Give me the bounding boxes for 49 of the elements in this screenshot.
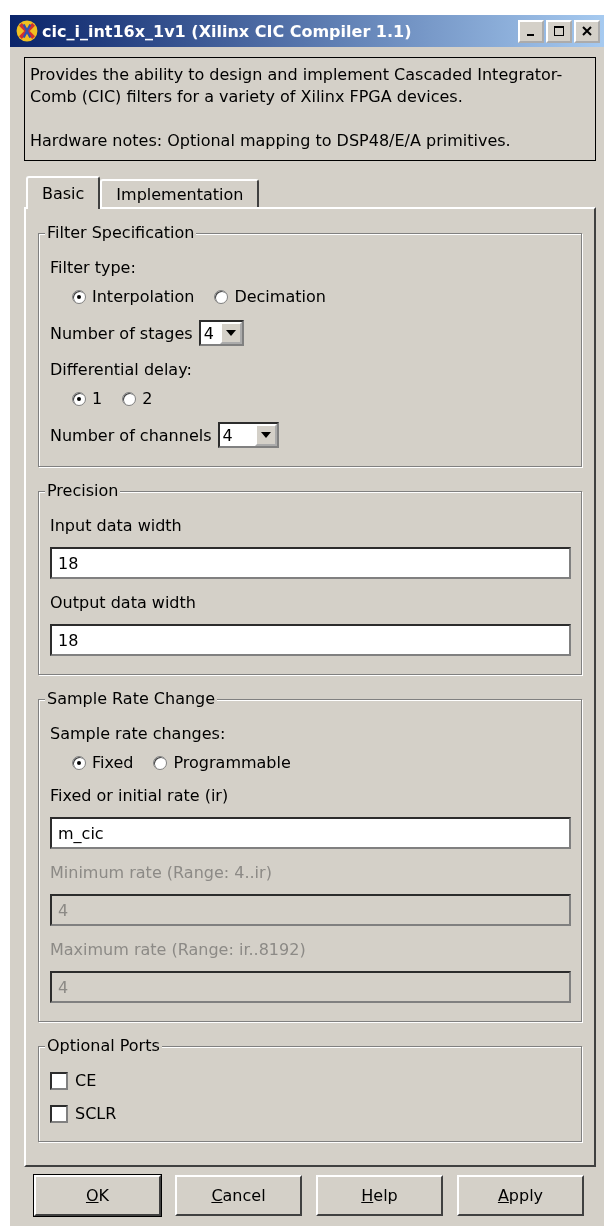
field-label: Number of stages bbox=[50, 323, 193, 343]
radio-button[interactable] bbox=[72, 391, 86, 406]
description-text: Provides the ability to design and implement Cascaded Integrator-Comb (CIC) filters for a variety of Xilinx FPGA devices. bbox=[30, 64, 564, 108]
radio-option[interactable]: Interpolation bbox=[72, 287, 195, 306]
radio-option[interactable]: Decimation bbox=[214, 287, 326, 306]
input-field[interactable]: m_cic bbox=[50, 817, 571, 849]
tab[interactable]: Basic bbox=[26, 176, 101, 209]
input-field[interactable]: 18 bbox=[50, 547, 571, 579]
app-icon bbox=[16, 20, 38, 42]
checkbox[interactable] bbox=[50, 1071, 68, 1090]
radio-button[interactable] bbox=[122, 391, 137, 406]
maximize-button[interactable] bbox=[546, 19, 572, 43]
field-label: Sample rate changes: bbox=[50, 724, 227, 743]
maximize-icon[interactable] bbox=[553, 25, 565, 37]
checkbox-option[interactable]: CE bbox=[50, 1071, 571, 1090]
group-title: Sample Rate Change bbox=[45, 689, 218, 708]
dropdown[interactable]: 4 bbox=[217, 422, 279, 448]
radio-button[interactable] bbox=[72, 755, 86, 770]
field-label: Fixed or initial rate (ir) bbox=[50, 786, 230, 805]
checkbox[interactable] bbox=[50, 1104, 68, 1123]
field-label: Input data width bbox=[50, 516, 183, 535]
dropdown[interactable]: 4 bbox=[198, 320, 244, 346]
checkbox-option[interactable]: SCLR bbox=[50, 1104, 571, 1123]
dialog-button[interactable]: Cancel bbox=[175, 1175, 302, 1216]
minimize-button[interactable] bbox=[518, 19, 544, 43]
window-title: cic_i_int16x_1v1 (Xilinx CIC Compiler 1.1) bbox=[42, 21, 413, 41]
dialog-button[interactable]: Help bbox=[316, 1175, 443, 1216]
close-icon[interactable] bbox=[581, 25, 593, 37]
description-text: Hardware notes: Optional mapping to DSP48/E/A primitives. bbox=[30, 130, 512, 152]
radio-button[interactable] bbox=[72, 289, 86, 304]
field-label: Filter type: bbox=[50, 258, 137, 277]
group-title: Optional Ports bbox=[45, 1036, 162, 1055]
group-title: Filter Specification bbox=[45, 223, 197, 242]
radio-option[interactable]: Fixed bbox=[72, 753, 134, 772]
close-button[interactable] bbox=[574, 19, 600, 43]
radio-option[interactable]: 2 bbox=[122, 389, 153, 408]
field-label: Minimum rate (Range: 4..ir) bbox=[50, 863, 273, 882]
field-label: Output data width bbox=[50, 593, 197, 612]
radio-option[interactable]: 1 bbox=[72, 389, 103, 408]
radio-button[interactable] bbox=[153, 755, 168, 770]
field-label: Differential delay: bbox=[50, 360, 193, 379]
radio-option[interactable]: Programmable bbox=[153, 753, 291, 772]
field-label: Number of channels bbox=[50, 425, 212, 445]
field-label: Maximum rate (Range: ir..8192) bbox=[50, 940, 307, 959]
radio-button[interactable] bbox=[214, 289, 229, 304]
tab[interactable]: Implementation bbox=[100, 179, 260, 207]
dialog-button[interactable]: Apply bbox=[457, 1175, 584, 1216]
input-field[interactable]: 18 bbox=[50, 624, 571, 656]
dialog-button[interactable]: OK bbox=[34, 1175, 161, 1216]
